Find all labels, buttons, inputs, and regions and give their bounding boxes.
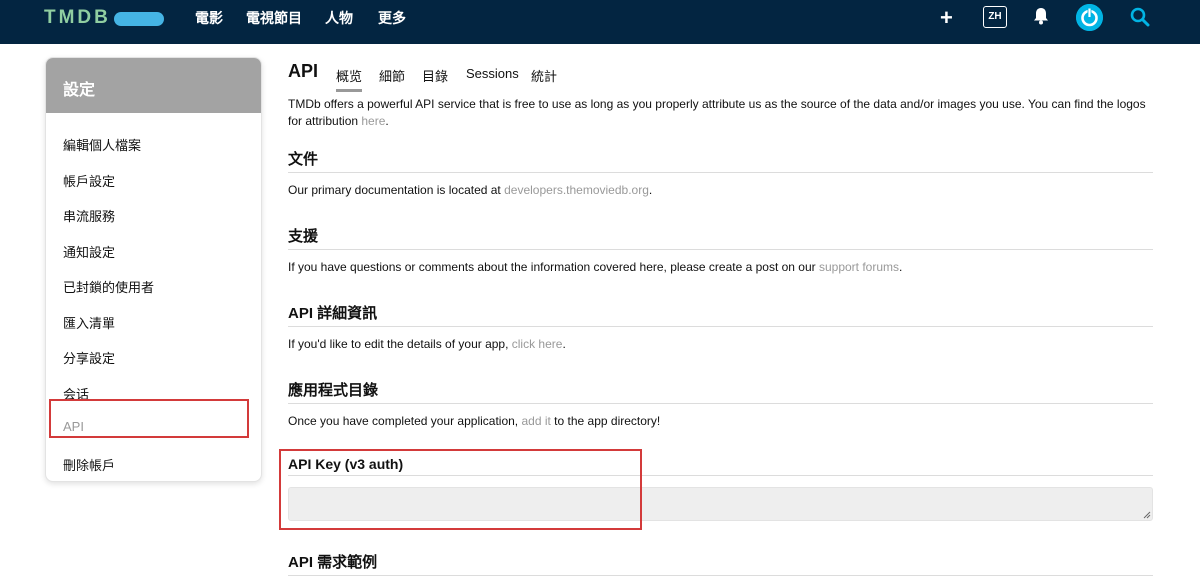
section-text-docs: Our primary documentation is located at …: [288, 183, 653, 197]
sidebar-item-delete-account[interactable]: 刪除帳戶: [46, 445, 261, 481]
section-heading-app-directory: 應用程式目錄: [288, 379, 1153, 404]
nav-tv-shows[interactable]: 電視節目: [246, 9, 302, 27]
tab-stats[interactable]: 統計: [531, 66, 557, 85]
sidebar-item-notifications[interactable]: 通知設定: [46, 232, 261, 268]
section-text-api-details: If you'd like to edit the details of you…: [288, 337, 566, 351]
add-it-link[interactable]: add it: [521, 414, 550, 428]
tab-details[interactable]: 細節: [379, 66, 405, 85]
section-heading-support: 支援: [288, 225, 1153, 250]
docs-link[interactable]: developers.themoviedb.org: [504, 183, 649, 197]
highlight-box-api: [49, 399, 249, 438]
bell-icon[interactable]: [1033, 7, 1049, 25]
sidebar-item-blocked-users[interactable]: 已封鎖的使用者: [46, 267, 261, 303]
sidebar-item-sharing-settings[interactable]: 分享設定: [46, 338, 261, 374]
sidebar-item-account-settings[interactable]: 帳戶設定: [46, 161, 261, 197]
logo-pill-icon: [113, 11, 164, 26]
avatar[interactable]: [1076, 4, 1103, 31]
intro-text: TMDb offers a powerful API service that …: [288, 97, 1146, 128]
support-forums-link[interactable]: support forums: [819, 260, 899, 274]
sidebar-item-import-list[interactable]: 匯入清單: [46, 303, 261, 339]
resize-grip-icon[interactable]: [1143, 511, 1151, 519]
language-button[interactable]: ZH: [983, 6, 1007, 28]
click-here-link[interactable]: click here: [512, 337, 563, 351]
nav-more[interactable]: 更多: [378, 9, 406, 27]
section-heading-docs: 文件: [288, 148, 1153, 173]
tab-sessions[interactable]: Sessions: [466, 66, 519, 81]
sidebar-title: 設定: [46, 58, 261, 113]
search-icon[interactable]: [1130, 7, 1150, 27]
section-text-support: If you have questions or comments about …: [288, 260, 903, 274]
page-title: API: [288, 61, 319, 81]
tmdb-logo[interactable]: TMDB: [44, 7, 164, 29]
nav-people[interactable]: 人物: [325, 9, 353, 27]
section-text-app-directory: Once you have completed your application…: [288, 414, 661, 428]
sidebar-item-edit-profile[interactable]: 編輯個人檔案: [46, 125, 261, 161]
highlight-box-api-key: [279, 449, 642, 530]
nav-movies[interactable]: 電影: [195, 9, 223, 27]
sidebar-item-streaming-services[interactable]: 串流服務: [46, 196, 261, 232]
section-heading-request-example: API 需求範例: [288, 551, 1153, 576]
tab-overview[interactable]: 概览: [336, 66, 363, 92]
plus-icon[interactable]: +: [940, 6, 953, 30]
tab-directory[interactable]: 目錄: [422, 66, 448, 85]
section-heading-api-details: API 詳細資訊: [288, 302, 1153, 327]
top-nav: TMDB 電影 電視節目 人物 更多 + ZH: [0, 0, 1200, 44]
logo-text: TMDB: [44, 7, 111, 28]
attribution-link[interactable]: here: [361, 114, 385, 128]
